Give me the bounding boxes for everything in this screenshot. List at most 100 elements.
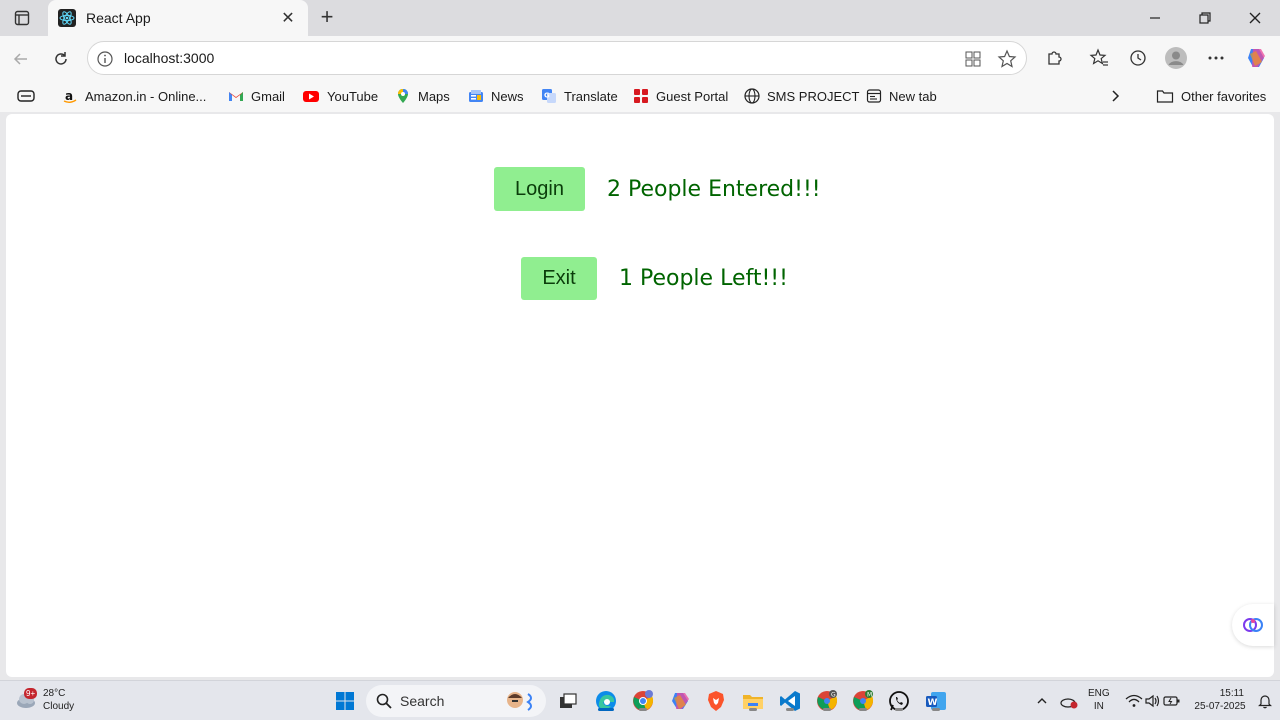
cloud-icon: 9+ [14,688,40,711]
favorite-label: YouTube [327,88,379,104]
amazon-icon: a [62,88,78,104]
more-menu-icon[interactable] [1204,46,1228,70]
language-code: ENG [1088,688,1110,699]
left-count-text: 1 People Left!!! [619,266,788,291]
new-tab-button[interactable]: + [314,5,340,31]
refresh-icon[interactable] [46,44,76,74]
favorite-label: Amazon.in - Online... [85,88,207,104]
profile-avatar-icon[interactable] [1164,46,1188,70]
gmail-icon [228,88,244,104]
active-indicator [598,708,614,711]
chrome-g-icon[interactable]: G [815,689,839,713]
chrome-profile-icon[interactable] [631,689,655,713]
close-window-icon[interactable] [1230,0,1280,36]
favorite-label: Guest Portal [656,88,729,104]
word-icon[interactable]: W [924,689,948,713]
favorite-news[interactable]: News [468,86,524,106]
restore-icon[interactable] [1180,0,1230,36]
battery-icon[interactable] [1160,689,1184,713]
favorites-overflow-chevron-icon[interactable] [1108,86,1122,106]
vscode-icon[interactable] [778,689,802,713]
onedrive-icon[interactable] [1057,689,1081,713]
task-view-icon[interactable] [556,689,580,713]
exit-button[interactable]: Exit [521,257,597,300]
news-icon [468,88,484,104]
favorite-translate[interactable]: G Translate [541,86,618,106]
search-icon [376,693,392,709]
favorite-guest-portal[interactable]: Guest Portal [633,86,728,106]
favorite-label: News [491,88,524,104]
login-button[interactable]: Login [494,167,585,211]
title-bar: React App ✕ + [0,0,1280,36]
favorite-youtube[interactable]: YouTube [302,86,378,106]
exit-row: Exit 1 People Left!!! [521,257,788,300]
favorite-amazon[interactable]: a Amazon.in - Online... [62,86,206,106]
maps-icon [395,88,411,104]
tab-title: React App [86,10,151,26]
other-favorites-label: Other favorites [1181,88,1267,104]
clock[interactable]: 15:11 25-07-2025 [1192,687,1248,713]
file-explorer-icon[interactable] [741,689,765,713]
running-indicator [859,708,867,711]
favorite-gmail[interactable]: Gmail [228,86,285,106]
weather-widget[interactable]: 9+ 28°C Cloudy [14,687,74,713]
navigation-bar: localhost:3000 [0,36,1280,80]
copilot-taskbar-icon[interactable] [668,689,692,713]
page-content: Login 2 People Entered!!! Exit 1 People … [6,114,1274,677]
portal-icon [633,88,649,104]
running-indicator [895,708,903,711]
whatsapp-icon[interactable] [887,689,911,713]
running-indicator [749,708,757,711]
reading-view-icon[interactable] [16,86,36,106]
login-row: Login 2 People Entered!!! [494,167,821,211]
tab-react-app[interactable]: React App ✕ [48,0,308,36]
favorite-new-tab[interactable]: New tab [866,86,937,106]
newtab-icon [866,88,882,104]
brave-icon[interactable] [704,689,728,713]
search-placeholder: Search [400,693,445,709]
windows-start-icon[interactable] [333,689,357,713]
back-icon[interactable] [6,44,36,74]
extensions-icon[interactable] [1042,46,1066,70]
edge-taskbar-icon[interactable] [594,689,618,713]
site-info-icon[interactable] [96,50,114,68]
favorites-icon[interactable] [1087,46,1111,70]
favorite-label: New tab [889,88,937,104]
copilot-sidebar-icon[interactable] [1232,604,1274,646]
youtube-icon [302,88,320,104]
language-indicator[interactable]: ENG IN [1088,687,1110,713]
running-indicator [823,708,831,711]
weather-desc: Cloudy [43,701,75,712]
history-icon[interactable] [1126,46,1150,70]
running-indicator [639,708,647,711]
svg-text:a: a [65,89,73,103]
favorite-star-icon[interactable] [997,49,1017,69]
svg-text:W: W [928,698,938,708]
weather-temp: 28°C [43,688,66,699]
close-tab-icon[interactable]: ✕ [278,8,298,28]
search-highlight-icon [504,690,538,712]
favorite-label: SMS PROJECT [767,88,860,104]
svg-text:G: G [544,92,550,100]
favorite-label: Gmail [251,88,285,104]
show-hidden-icons-chevron-icon[interactable] [1030,689,1054,713]
translate-icon: G [541,88,557,104]
url-text: localhost:3000 [124,50,215,66]
notification-bell-icon[interactable] [1253,689,1277,713]
language-region: IN [1093,701,1104,712]
address-bar[interactable]: localhost:3000 [87,41,1027,75]
tab-actions-icon[interactable] [8,6,36,30]
svg-text:M: M [867,692,872,699]
copilot-icon[interactable] [1244,46,1268,70]
svg-text:G: G [831,692,836,699]
minimize-icon[interactable] [1130,0,1180,36]
favorite-sms-project[interactable]: SMS PROJECT [744,86,859,106]
chrome-m-icon[interactable]: M [851,689,875,713]
app-available-icon[interactable] [963,49,983,69]
favorite-maps[interactable]: Maps [395,86,450,106]
favorite-label: Translate [564,88,618,104]
taskbar-search[interactable]: Search [366,685,546,717]
other-favorites[interactable]: Other favorites [1156,86,1266,106]
react-icon [58,9,76,27]
running-indicator [786,708,794,711]
